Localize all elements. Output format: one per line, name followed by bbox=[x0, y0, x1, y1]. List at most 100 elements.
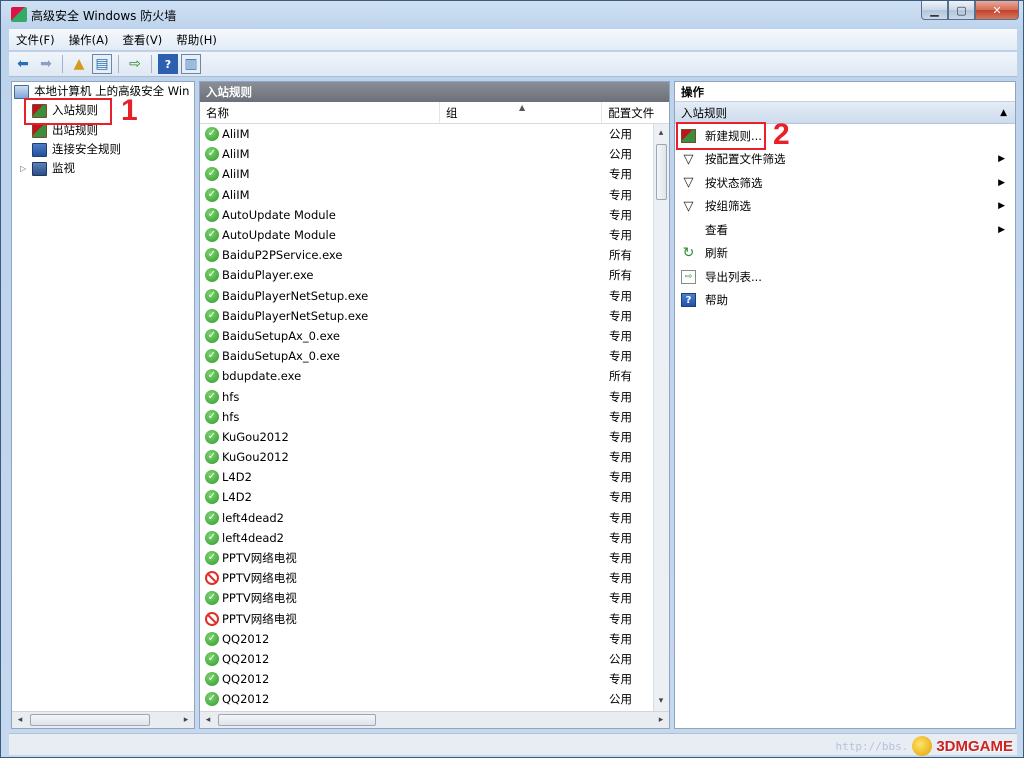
minimize-button[interactable]: ▁ bbox=[921, 1, 948, 20]
table-row[interactable]: ✓ AliIM 专用 bbox=[200, 164, 654, 184]
table-row[interactable]: PPTV网络电视 专用 bbox=[200, 568, 654, 588]
help-icon[interactable]: ? bbox=[158, 54, 178, 74]
table-row[interactable]: ✓ AliIM 专用 bbox=[200, 185, 654, 205]
menu-file[interactable]: 文件(F) bbox=[9, 32, 62, 48]
scroll-thumb[interactable] bbox=[656, 144, 667, 200]
enabled-rule-icon: ✓ bbox=[205, 692, 219, 707]
table-row[interactable]: ✓ left4dead2 专用 bbox=[200, 528, 654, 548]
action-help[interactable]: ? 帮助 bbox=[675, 289, 1015, 313]
rule-profile-cell: 专用 bbox=[609, 672, 632, 687]
rule-name: AliIM bbox=[222, 167, 250, 182]
submenu-arrow-icon: ▶ bbox=[998, 177, 1005, 188]
scroll-thumb[interactable] bbox=[218, 714, 376, 726]
rule-profile-cell: 专用 bbox=[609, 450, 632, 465]
action-filter-by-state[interactable]: ▽ 按状态筛选 ▶ bbox=[675, 171, 1015, 195]
table-row[interactable]: ✓ QQ2012 专用 bbox=[200, 669, 654, 689]
rule-name-cell: PPTV网络电视 bbox=[200, 570, 604, 586]
scroll-left-arrow-icon[interactable]: ◂ bbox=[201, 713, 215, 728]
rule-name: PPTV网络电视 bbox=[222, 571, 297, 586]
scroll-right-arrow-icon[interactable]: ▸ bbox=[179, 713, 193, 728]
tree-item-connection-security-rules[interactable]: 连接安全规则 bbox=[32, 140, 121, 159]
table-row[interactable]: ✓ BaiduPlayer.exe 所有 bbox=[200, 265, 654, 285]
table-row[interactable]: ✓ AliIM 公用 bbox=[200, 124, 654, 144]
scroll-right-arrow-icon[interactable]: ▸ bbox=[654, 713, 668, 728]
scroll-down-arrow-icon[interactable]: ▾ bbox=[654, 694, 668, 709]
annotation-box-2 bbox=[676, 122, 766, 150]
action-view[interactable]: 查看 ▶ bbox=[675, 218, 1015, 242]
export-list-icon[interactable]: ⇨ bbox=[125, 54, 145, 74]
rule-profile-cell: 专用 bbox=[609, 490, 632, 505]
table-row[interactable]: ✓ QQ2012 专用 bbox=[200, 629, 654, 649]
table-row[interactable]: ✓ KuGou2012 专用 bbox=[200, 427, 654, 447]
actions-section-inbound-rules[interactable]: 入站规则 ▲ bbox=[675, 102, 1015, 124]
table-row[interactable]: ✓ bdupdate.exe 所有 bbox=[200, 366, 654, 386]
table-row[interactable]: ✓ PPTV网络电视 专用 bbox=[200, 588, 654, 608]
export-list-icon: ⇨ bbox=[681, 269, 696, 284]
action-filter-by-group[interactable]: ▽ 按组筛选 ▶ bbox=[675, 195, 1015, 219]
show-hide-action-pane-icon[interactable]: ▥ bbox=[181, 54, 201, 74]
back-arrow-icon[interactable]: ⬅ bbox=[13, 54, 33, 74]
table-row[interactable]: ✓ KuGou2012 专用 bbox=[200, 447, 654, 467]
maximize-button[interactable]: ▢ bbox=[948, 1, 975, 20]
window-title: 高级安全 Windows 防火墙 bbox=[31, 9, 177, 23]
table-row[interactable]: ✓ hfs 专用 bbox=[200, 386, 654, 406]
scroll-thumb[interactable] bbox=[30, 714, 150, 726]
menu-help[interactable]: 帮助(H) bbox=[169, 32, 224, 48]
table-row[interactable]: ✓ BaiduSetupAx_0.exe 专用 bbox=[200, 326, 654, 346]
action-export-list[interactable]: ⇨ 导出列表... bbox=[675, 265, 1015, 289]
table-row[interactable]: ✓ AliIM 公用 bbox=[200, 144, 654, 164]
monitoring-icon bbox=[32, 161, 47, 176]
enabled-rule-icon: ✓ bbox=[205, 672, 219, 687]
table-row[interactable]: ✓ QQ2012 公用 bbox=[200, 649, 654, 669]
table-row[interactable]: ✓ L4D2 专用 bbox=[200, 467, 654, 487]
table-row[interactable]: ✓ QQ2012 公用 bbox=[200, 689, 654, 709]
table-row[interactable]: ✓ BaiduPlayerNetSetup.exe 专用 bbox=[200, 306, 654, 326]
tree-item-monitoring[interactable]: ▷ 监视 bbox=[20, 159, 75, 178]
enabled-rule-icon: ✓ bbox=[205, 551, 219, 566]
table-row[interactable]: ✓ AutoUpdate Module 专用 bbox=[200, 205, 654, 225]
list-horizontal-scrollbar[interactable]: ◂ ▸ bbox=[200, 711, 669, 728]
rule-profile-cell: 所有 bbox=[609, 248, 632, 263]
table-row[interactable]: ✓ BaiduP2PService.exe 所有 bbox=[200, 245, 654, 265]
table-row[interactable]: ✓ BaiduSetupAx_0.exe 专用 bbox=[200, 346, 654, 366]
action-refresh[interactable]: ↻ 刷新 bbox=[675, 242, 1015, 266]
rule-profile-cell: 所有 bbox=[609, 268, 632, 283]
enabled-rule-icon: ✓ bbox=[205, 268, 219, 283]
scroll-left-arrow-icon[interactable]: ◂ bbox=[13, 713, 27, 728]
column-header-profile[interactable]: 配置文件 bbox=[602, 102, 669, 123]
list-vertical-scrollbar[interactable]: ▴ ▾ bbox=[653, 124, 669, 711]
collapse-arrow-icon[interactable]: ▲ bbox=[1000, 108, 1007, 118]
scroll-up-arrow-icon[interactable]: ▴ bbox=[654, 126, 668, 141]
enabled-rule-icon: ✓ bbox=[205, 631, 219, 646]
rule-name-cell: ✓ BaiduP2PService.exe bbox=[200, 248, 604, 263]
menu-bar: 文件(F) 操作(A) 查看(V) 帮助(H) bbox=[9, 29, 1017, 51]
table-row[interactable]: ✓ PPTV网络电视 专用 bbox=[200, 548, 654, 568]
forward-arrow-icon[interactable]: ➡ bbox=[36, 54, 56, 74]
expand-arrow-icon[interactable]: ▷ bbox=[20, 159, 30, 178]
table-row[interactable]: ✓ left4dead2 专用 bbox=[200, 508, 654, 528]
rule-name-cell: ✓ hfs bbox=[200, 389, 604, 404]
rule-profile-cell: 公用 bbox=[609, 147, 632, 162]
table-row[interactable]: ✓ BaiduPlayerNetSetup.exe 专用 bbox=[200, 286, 654, 306]
action-label: 查看 bbox=[705, 222, 728, 237]
refresh-icon: ↻ bbox=[682, 245, 695, 262]
close-button[interactable]: ✕ bbox=[975, 1, 1019, 20]
table-row[interactable]: ✓ hfs 专用 bbox=[200, 407, 654, 427]
rule-name: KuGou2012 bbox=[222, 429, 289, 444]
menu-view[interactable]: 查看(V) bbox=[115, 32, 169, 48]
action-label: 刷新 bbox=[705, 246, 728, 261]
table-row[interactable]: ✓ L4D2 专用 bbox=[200, 487, 654, 507]
rule-profile-cell: 公用 bbox=[609, 127, 632, 142]
enabled-rule-icon: ✓ bbox=[205, 389, 219, 404]
show-hide-tree-icon[interactable]: ▤ bbox=[92, 54, 112, 74]
enabled-rule-icon: ✓ bbox=[205, 651, 219, 666]
enabled-rule-icon: ✓ bbox=[205, 147, 219, 162]
tree-horizontal-scrollbar[interactable]: ◂ ▸ bbox=[12, 711, 194, 728]
table-row[interactable]: ✓ AutoUpdate Module 专用 bbox=[200, 225, 654, 245]
menu-action[interactable]: 操作(A) bbox=[62, 32, 116, 48]
up-folder-icon[interactable]: ▲ bbox=[69, 54, 89, 74]
rule-name: QQ2012 bbox=[222, 631, 270, 646]
action-filter-by-profile[interactable]: ▽ 按配置文件筛选 ▶ bbox=[675, 148, 1015, 172]
table-row[interactable]: PPTV网络电视 专用 bbox=[200, 609, 654, 629]
column-header-name[interactable]: 名称 bbox=[200, 102, 440, 123]
